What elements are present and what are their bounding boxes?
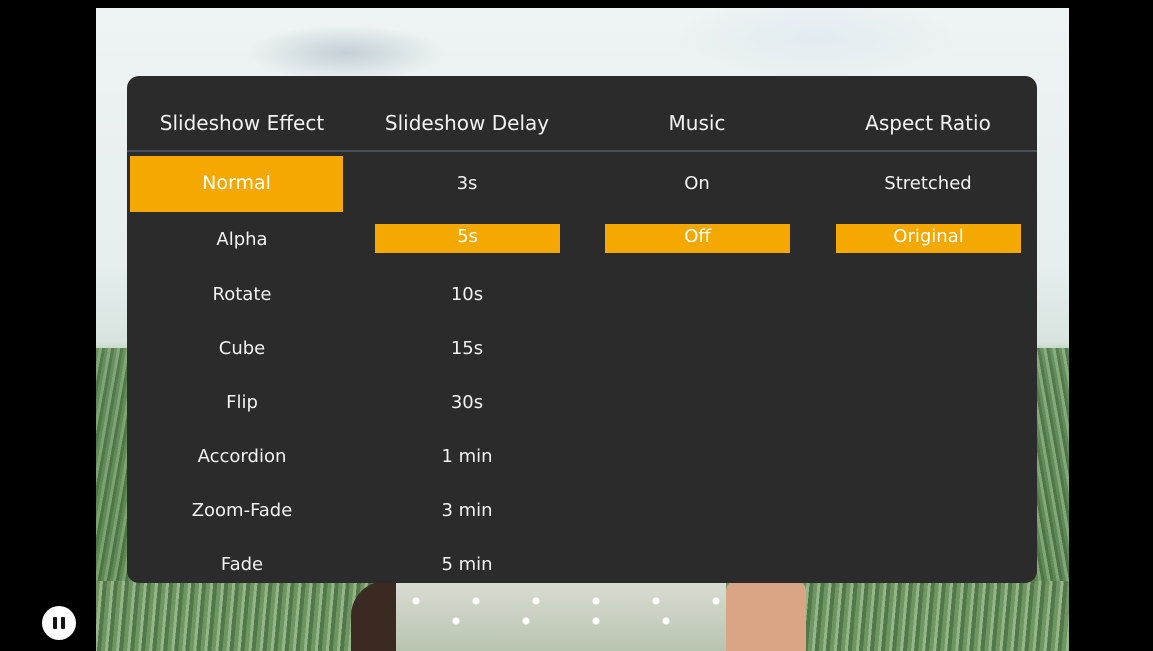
option-slideshow-effect-cube[interactable]: Cube [127, 337, 357, 361]
option-slideshow-effect-fade[interactable]: Fade [127, 553, 357, 577]
column-slideshow-effect: Slideshow Effect Normal Alpha Rotate Cub… [127, 76, 357, 583]
option-delay-3-min[interactable]: 3 min [352, 499, 582, 523]
column-header-slideshow-effect: Slideshow Effect [159, 111, 325, 135]
option-slideshow-effect-accordion[interactable]: Accordion [127, 445, 357, 469]
option-delay-10s[interactable]: 10s [352, 283, 582, 307]
option-delay-5s-selected[interactable]: 5s [375, 224, 560, 253]
option-music-off-selected[interactable]: Off [605, 224, 790, 253]
option-slideshow-effect-zoom-fade[interactable]: Zoom-Fade [127, 499, 357, 523]
option-delay-3s[interactable]: 3s [352, 172, 582, 196]
option-slideshow-effect-flip[interactable]: Flip [127, 391, 357, 415]
option-aspect-original-selected[interactable]: Original [836, 224, 1021, 253]
column-header-music: Music [668, 111, 726, 135]
option-aspect-stretched[interactable]: Stretched [813, 172, 1037, 196]
pause-icon-bar-left [53, 617, 57, 629]
pause-icon-bar-right [61, 617, 65, 629]
option-label: Normal [202, 172, 271, 194]
column-slideshow-delay: Slideshow Delay 3s 5s 10s 15s 30s 1 min … [352, 76, 582, 583]
option-slideshow-effect-normal-selected[interactable]: Normal [130, 156, 343, 212]
slideshow-settings-panel: Slideshow Effect Normal Alpha Rotate Cub… [127, 76, 1037, 583]
option-delay-5-min[interactable]: 5 min [352, 553, 582, 577]
photo-flowers [396, 581, 726, 651]
option-music-on[interactable]: On [582, 172, 812, 196]
column-music: Music On Off [582, 76, 812, 583]
header-divider [127, 150, 1037, 152]
photo-shoulder [726, 581, 806, 651]
option-label: 5s [457, 226, 478, 247]
column-header-aspect-ratio: Aspect Ratio [865, 111, 991, 135]
option-delay-30s[interactable]: 30s [352, 391, 582, 415]
option-delay-15s[interactable]: 15s [352, 337, 582, 361]
slideshow-screen: Slideshow Effect Normal Alpha Rotate Cub… [0, 0, 1153, 651]
option-label: Original [893, 226, 964, 247]
option-slideshow-effect-alpha[interactable]: Alpha [127, 228, 357, 252]
column-aspect-ratio: Aspect Ratio Stretched Original [813, 76, 1037, 583]
column-header-slideshow-delay: Slideshow Delay [384, 111, 550, 135]
option-delay-1-min[interactable]: 1 min [352, 445, 582, 469]
pause-button[interactable] [42, 606, 76, 640]
option-slideshow-effect-rotate[interactable]: Rotate [127, 283, 357, 307]
option-label: Off [684, 226, 711, 247]
